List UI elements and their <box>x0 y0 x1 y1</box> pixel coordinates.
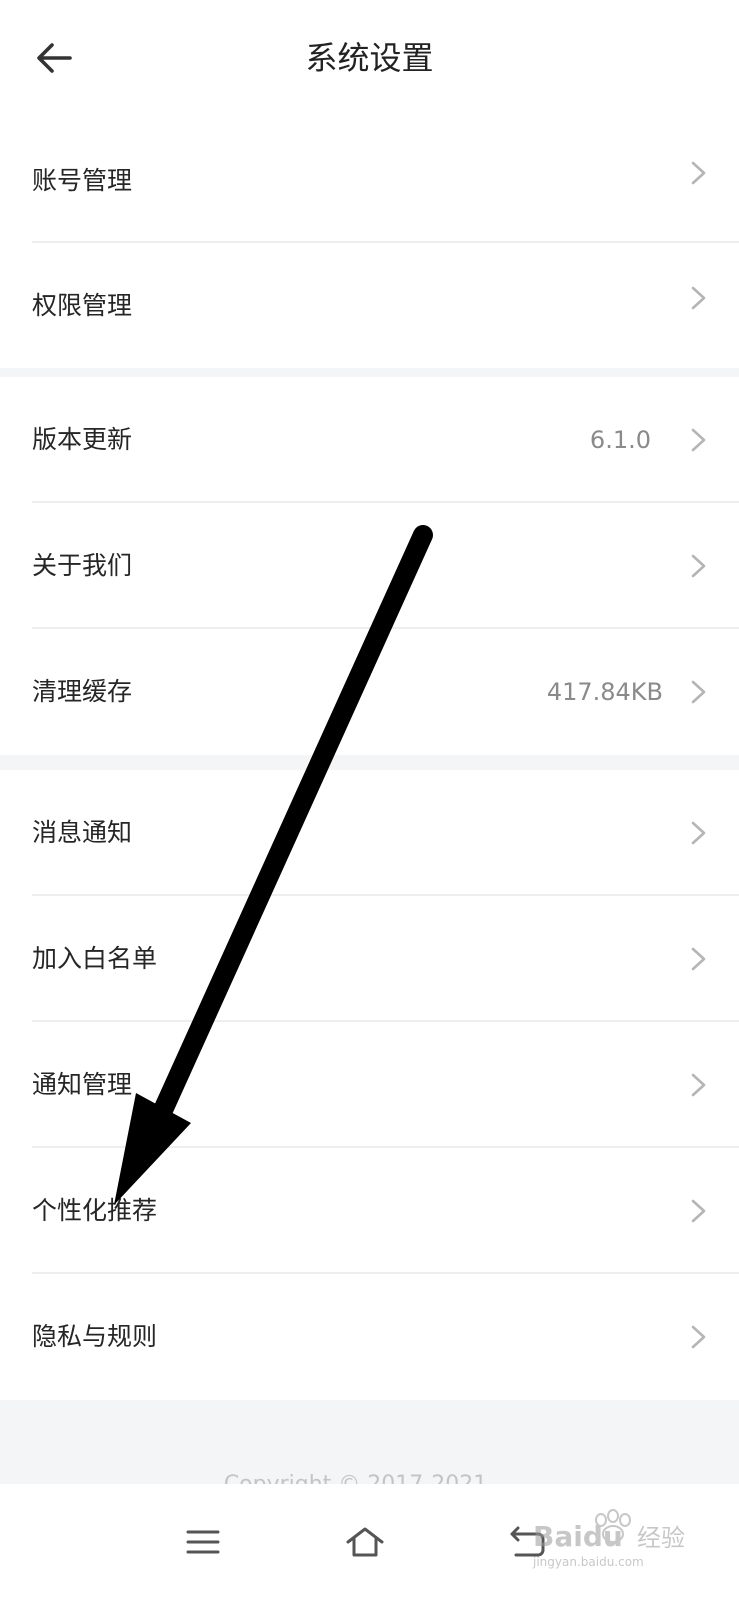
chevron-right-icon <box>691 428 706 452</box>
chevron-right-icon <box>691 1199 706 1223</box>
privacy-rules-item[interactable]: 隐私与规则 <box>0 1274 739 1400</box>
personalized-recommendation-item[interactable]: 个性化推荐 <box>0 1148 739 1274</box>
item-label: 消息通知 <box>32 818 133 847</box>
clear-cache-item[interactable]: 清理缓存 417.84KB <box>0 629 739 755</box>
whitelist-item[interactable]: 加入白名单 <box>0 896 739 1022</box>
chevron-right-icon <box>691 947 706 971</box>
about-us-item[interactable]: 关于我们 <box>0 503 739 629</box>
chevron-right-icon <box>691 286 706 310</box>
settings-group-app: 版本更新 6.1.0 关于我们 清理缓存 417.84KB <box>0 377 739 755</box>
item-label: 隐私与规则 <box>32 1322 158 1351</box>
page-title: 系统设置 <box>305 39 434 77</box>
permission-management-item[interactable]: 权限管理 <box>0 243 739 368</box>
item-label: 版本更新 <box>32 425 133 454</box>
home-icon <box>346 1527 384 1557</box>
item-label: 权限管理 <box>32 291 133 320</box>
watermark-brand-cn: 经验 <box>637 1524 685 1552</box>
item-label: 清理缓存 <box>32 677 133 706</box>
account-management-item[interactable]: 账号管理 <box>0 118 739 243</box>
home-button[interactable] <box>327 1504 403 1580</box>
watermark-url: jingyan.baidu.com <box>532 1555 644 1569</box>
version-value: 6.1.0 <box>589 426 651 454</box>
item-label: 账号管理 <box>32 166 133 195</box>
item-label: 通知管理 <box>32 1070 133 1099</box>
menu-button[interactable] <box>165 1504 241 1580</box>
chevron-right-icon <box>691 1073 706 1097</box>
settings-group-account: 账号管理 权限管理 <box>0 118 739 368</box>
chevron-right-icon <box>691 1325 706 1349</box>
baidu-watermark-logo: Baidu 经验 jingyan.baidu.com <box>532 1509 685 1569</box>
chevron-right-icon <box>691 554 706 578</box>
top-bar: 系统设置 <box>0 0 739 118</box>
message-notification-item[interactable]: 消息通知 <box>0 770 739 896</box>
chevron-right-icon <box>691 821 706 845</box>
watermark-brand: Baidu <box>533 1520 623 1553</box>
notification-management-item[interactable]: 通知管理 <box>0 1022 739 1148</box>
item-label: 个性化推荐 <box>32 1196 158 1225</box>
chevron-right-icon <box>691 161 706 185</box>
menu-icon <box>186 1530 220 1554</box>
version-update-item[interactable]: 版本更新 6.1.0 <box>0 377 739 503</box>
item-label: 关于我们 <box>32 551 133 580</box>
chevron-right-icon <box>691 680 706 704</box>
settings-group-notifications: 消息通知 加入白名单 通知管理 个性化推荐 隐私与规则 <box>0 770 739 1400</box>
cache-size-value: 417.84KB <box>546 678 663 706</box>
item-label: 加入白名单 <box>32 944 158 973</box>
